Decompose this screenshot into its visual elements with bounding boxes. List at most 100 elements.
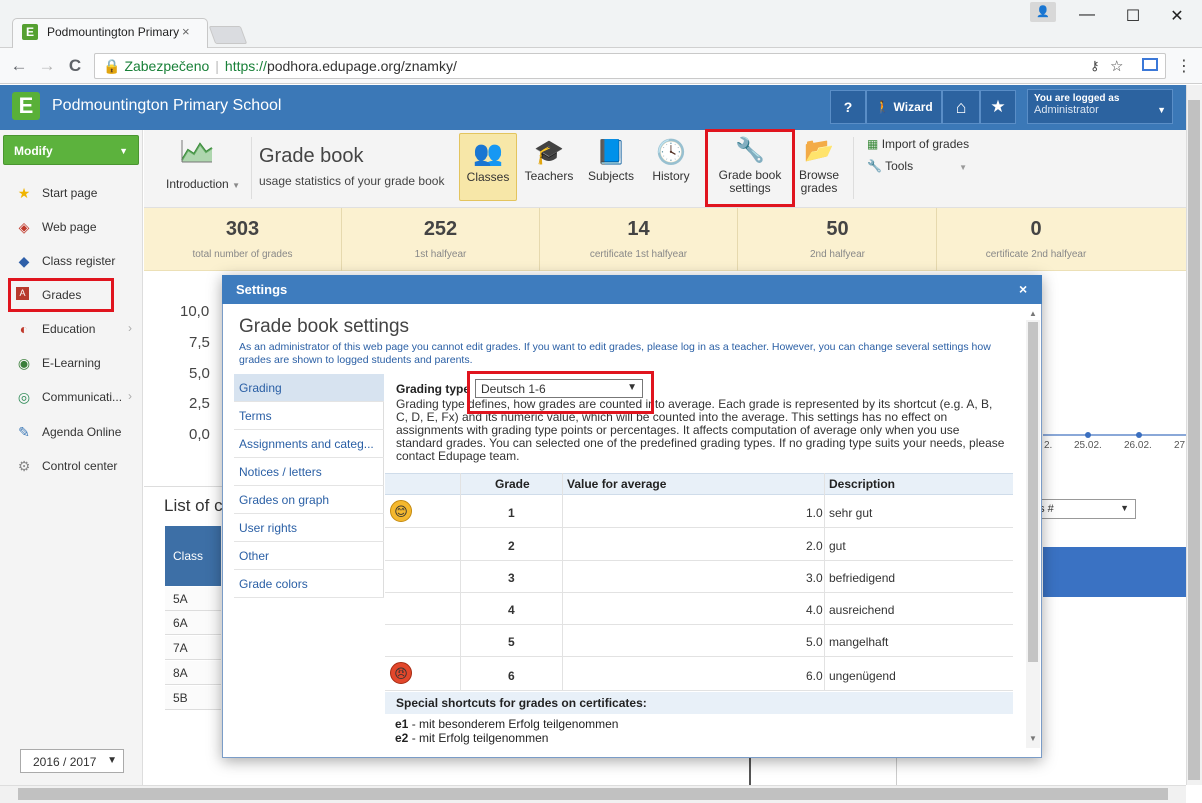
y-axis-tick: 0,0	[189, 426, 210, 443]
user-menu[interactable]: You are logged as Administrator ▼	[1027, 89, 1173, 124]
col-header-grade: Grade	[495, 477, 530, 491]
menu-icon[interactable]: ⋮	[1176, 56, 1192, 76]
browse-label-line2: grades	[800, 181, 838, 195]
import-label: Import of grades	[881, 137, 970, 151]
shortcut-code: e2	[395, 731, 409, 745]
y-axis-tick: 5,0	[189, 365, 210, 382]
school-year-value: 2016 / 2017	[33, 755, 97, 769]
class-row[interactable]: 8A	[165, 661, 221, 685]
school-year-select[interactable]: 2016 / 2017 ▼	[20, 749, 124, 773]
book-icon: 📘	[596, 139, 626, 166]
dialog-description: As an administrator of this web page you…	[239, 341, 991, 366]
profile-icon[interactable]: 👤	[1030, 2, 1056, 22]
browse-grades-button[interactable]: 📂 Browse grades	[792, 133, 846, 201]
wizard-button[interactable]: 🚶 Wizard	[866, 90, 942, 124]
tab-close-icon[interactable]: ×	[182, 24, 190, 39]
nav-user-rights[interactable]: User rights	[234, 514, 384, 542]
table-row	[385, 529, 1013, 561]
desc-cell: ungenügend	[829, 669, 896, 683]
classes-button[interactable]: 👥 Classes	[459, 133, 517, 201]
table-row	[385, 593, 1013, 625]
close-icon[interactable]: ×	[1019, 281, 1027, 297]
new-tab-button[interactable]	[208, 26, 248, 44]
grading-table-header	[385, 473, 1013, 495]
table-row	[385, 625, 1013, 657]
class-row[interactable]: 6A	[165, 611, 221, 635]
grade-cell: 4	[508, 603, 515, 617]
chevron-down-icon: ▼	[1157, 105, 1166, 115]
elearning-icon: ◉	[17, 355, 31, 371]
sidebar-item-label: Class register	[42, 254, 116, 268]
reload-icon[interactable]: C	[64, 56, 86, 76]
walking-icon: 🚶	[875, 100, 891, 114]
secure-label: Zabezpečeno	[124, 58, 210, 74]
nav-grading[interactable]: Grading	[234, 374, 384, 402]
forward-icon[interactable]: →	[36, 56, 58, 76]
class-row[interactable]: 7A	[165, 636, 221, 660]
wizard-label: Wizard	[893, 100, 933, 114]
tools-menu[interactable]: 🔧 Tools ▼	[867, 159, 967, 173]
grades-filter-select[interactable]: es # ▼	[1026, 499, 1136, 519]
grade-book-settings-button[interactable]: 🔧 Grade book settings	[712, 133, 788, 201]
nav-terms[interactable]: Terms	[234, 402, 384, 430]
nav-other[interactable]: Other	[234, 542, 384, 570]
book-icon: ◆	[18, 253, 30, 269]
chart-icon[interactable]	[180, 138, 214, 164]
table-border	[749, 758, 751, 785]
grading-type-select[interactable]: Deutsch 1-6 ▼	[475, 379, 643, 398]
nav-notices[interactable]: Notices / letters	[234, 458, 384, 486]
history-button[interactable]: 🕓 History	[642, 133, 700, 201]
introduction-menu[interactable]: Introduction ▼	[166, 177, 240, 191]
chevron-down-icon: ▼	[1120, 503, 1129, 513]
desc-cell: mangelhaft	[829, 635, 889, 649]
home-icon[interactable]: ⌂	[942, 90, 980, 124]
edupage-logo-icon[interactable]: E	[12, 92, 40, 120]
favorites-star-icon[interactable]: ★	[980, 90, 1016, 124]
special-shortcuts-title: Special shortcuts for grades on certific…	[385, 692, 1013, 714]
stat-certificate-1st: 14 certificate 1st halfyear	[540, 208, 738, 271]
back-icon[interactable]: ←	[8, 56, 30, 76]
minimize-button[interactable]: —	[1072, 6, 1102, 24]
nav-assignments[interactable]: Assignments and categ...	[234, 430, 384, 458]
page-scrollbar-hthumb[interactable]	[18, 788, 1168, 800]
scroll-up-icon[interactable]: ▲	[1029, 309, 1037, 318]
help-button[interactable]: ?	[830, 90, 866, 124]
subjects-button[interactable]: 📘 Subjects	[582, 133, 640, 201]
address-bar[interactable]: 🔒 Zabezpečeno | https://podhora.edupage.org…	[94, 53, 1166, 79]
nav-grade-colors[interactable]: Grade colors	[234, 570, 384, 598]
class-row[interactable]: 5B	[165, 686, 221, 710]
dialog-scrollbar-thumb[interactable]	[1028, 322, 1038, 662]
stat-2nd-halfyear: 50 2nd halfyear	[739, 208, 937, 271]
close-window-button[interactable]: ✕	[1162, 6, 1192, 26]
list-title: List of c	[164, 496, 223, 515]
smiley-angry-icon: 😠	[390, 662, 412, 684]
scroll-down-icon[interactable]: ▼	[1029, 734, 1037, 743]
chevron-down-icon: ▼	[959, 163, 968, 172]
url-scheme: https://	[224, 58, 267, 74]
teachers-button[interactable]: 🎓 Teachers	[520, 133, 578, 201]
nav-grades-on-graph[interactable]: Grades on graph	[234, 486, 384, 514]
maximize-button[interactable]: ☐	[1118, 6, 1148, 26]
grade-cell: 6	[508, 669, 515, 683]
bookmark-star-icon[interactable]: ☆	[1110, 57, 1123, 75]
page-scrollbar-thumb[interactable]	[1188, 100, 1200, 780]
page-title: Grade book	[259, 145, 364, 167]
grading-type-value: Deutsch 1-6	[481, 382, 546, 396]
browser-tab[interactable]: Podmountington Primary	[12, 18, 208, 49]
key-icon[interactable]: ⚷	[1090, 58, 1100, 74]
pen-icon: ✎	[18, 424, 30, 440]
modify-button[interactable]: Modify ▼	[3, 135, 139, 165]
chevron-down-icon: ▼	[119, 146, 128, 156]
wrench-icon: 🔧	[867, 159, 882, 173]
class-row[interactable]: 5A	[165, 587, 221, 611]
table-row	[385, 496, 1013, 528]
desc-cell: sehr gut	[829, 506, 873, 520]
cast-icon[interactable]	[1142, 58, 1158, 71]
y-axis-tick: 2,5	[189, 395, 210, 412]
import-grades-button[interactable]: ▦ Import of grades	[867, 137, 969, 151]
school-title[interactable]: Podmountington Primary School	[52, 97, 281, 115]
sidebar-item-label: Control center	[42, 459, 118, 473]
modify-label: Modify	[14, 144, 53, 158]
value-cell: 3.0	[806, 571, 823, 585]
settings-label-line1: Grade book	[718, 168, 782, 182]
